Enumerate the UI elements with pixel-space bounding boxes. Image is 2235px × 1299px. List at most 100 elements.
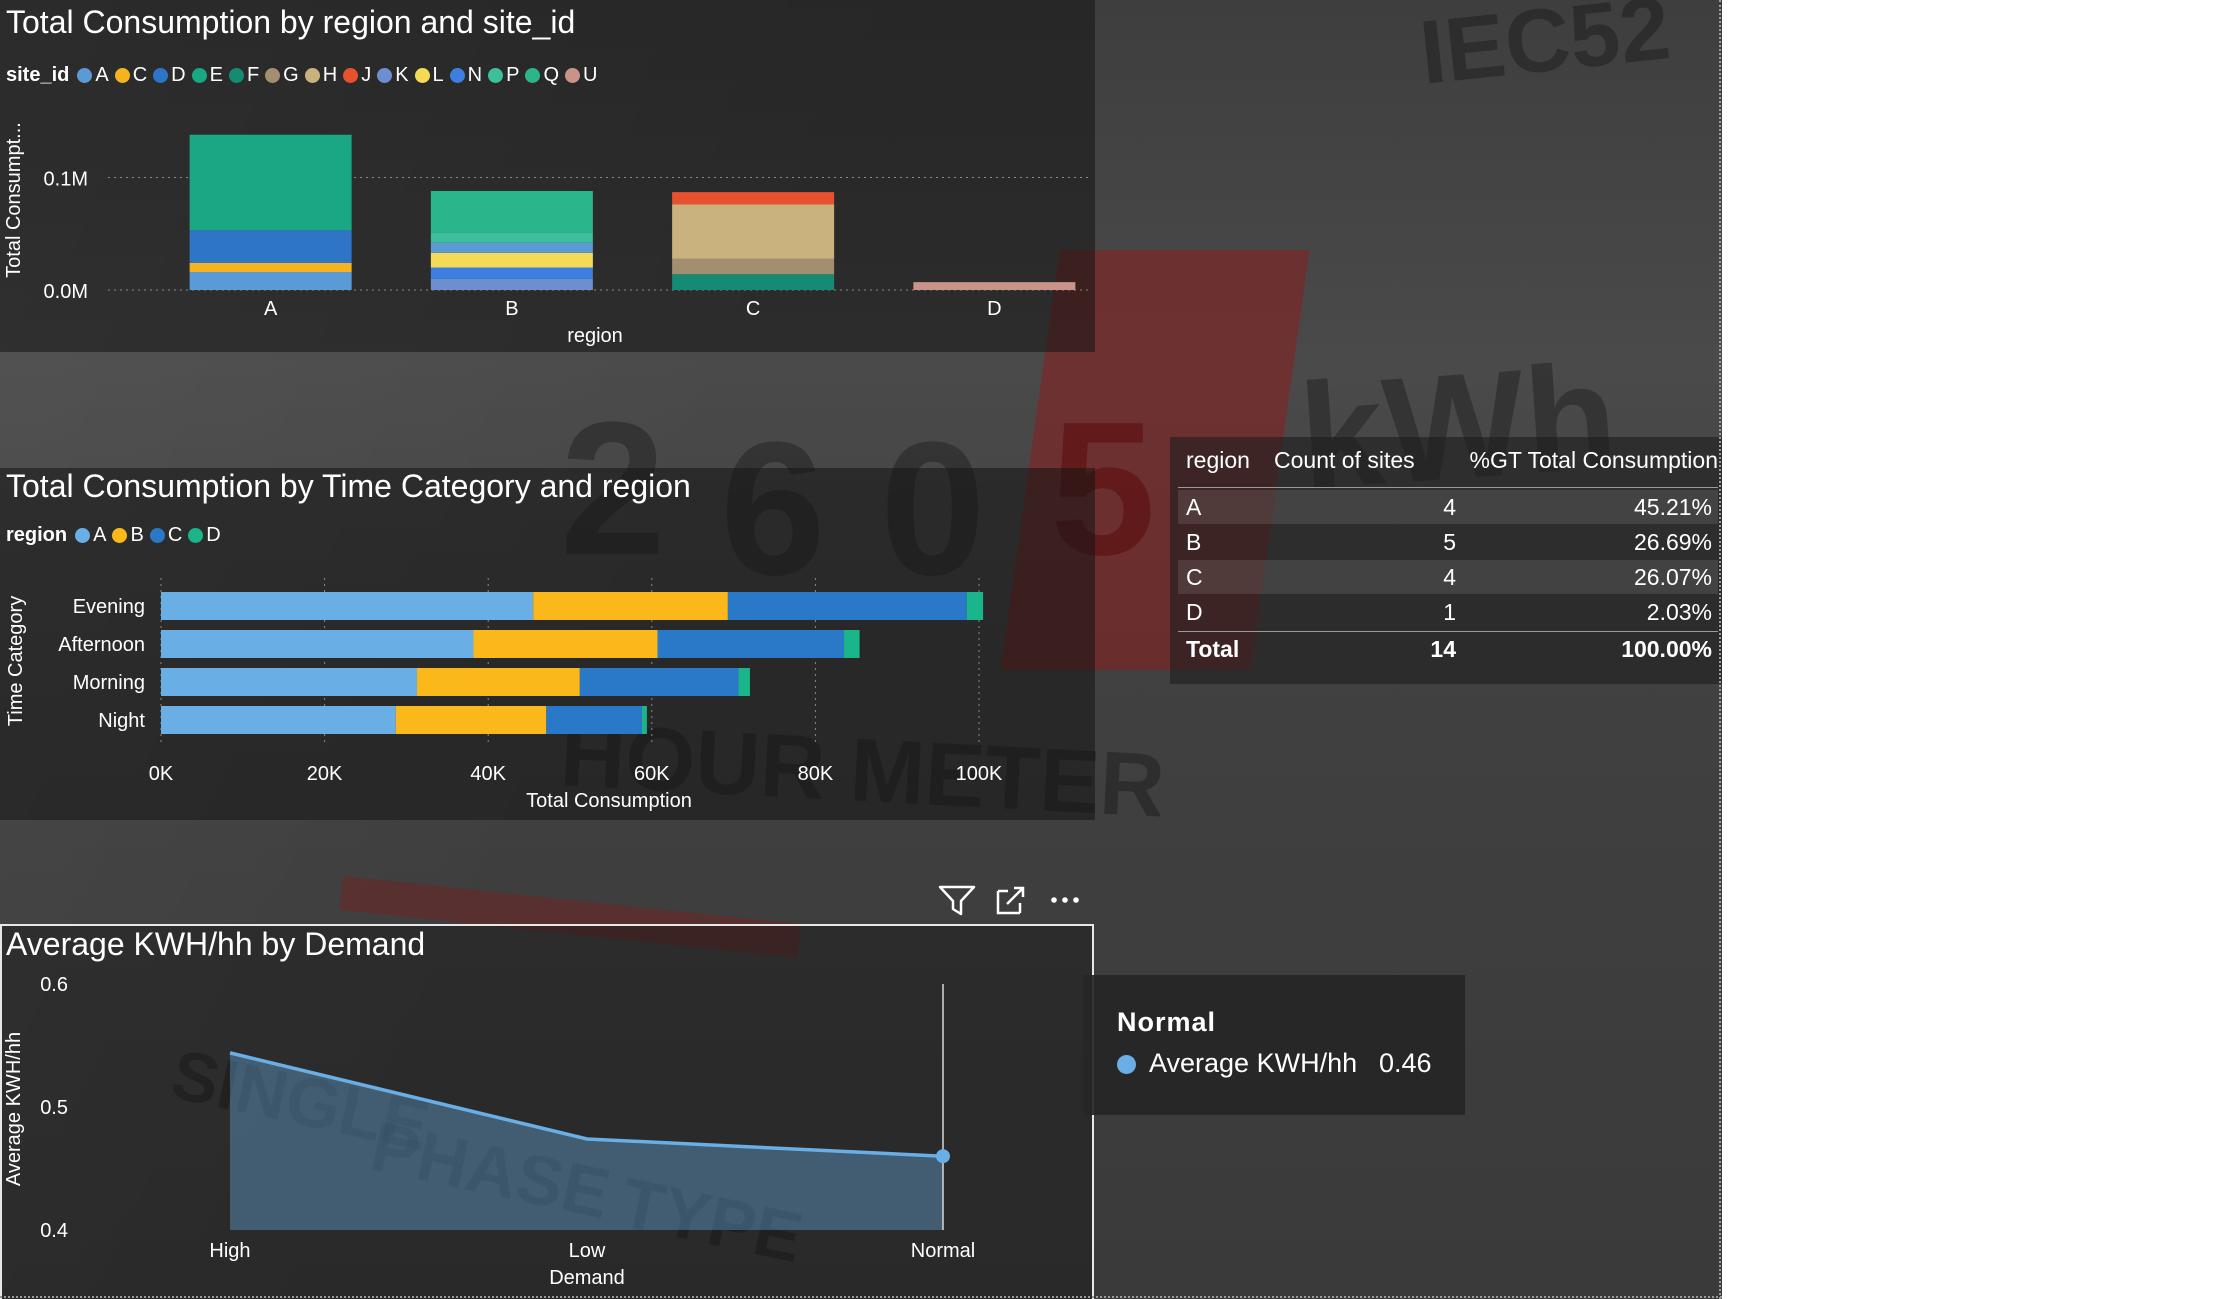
bar-segment-k[interactable] [430,278,593,290]
x-tick-label: 20K [307,763,343,785]
header-pct-total-consumption[interactable]: %GT Total Consumption [1470,447,1718,474]
bar-segment-a[interactable] [189,272,352,290]
cell-pct: 45.21% [1633,494,1712,520]
visual-header [930,878,1095,918]
bar-segment-b[interactable] [533,592,728,620]
filter-icon[interactable] [938,885,976,916]
y-tick-label: Night [98,710,145,732]
bar-segment-e[interactable] [189,134,352,231]
report-canvas: IEC52 2 6 0 5 kWh HOUR METER SINGLE PHAS… [0,0,1722,1299]
visual-consumption-by-region-site[interactable]: Total Consumption by region and site_id … [0,0,1095,352]
table-row[interactable]: C 4 26.07% [1178,560,1718,594]
bar-segment-a[interactable] [161,630,474,658]
canvas-edge-right [1719,0,1721,1299]
bar-segment-l[interactable] [430,252,593,268]
x-tick-label: 100K [956,763,1003,785]
x-tick-label: Low [569,1240,606,1262]
y-tick-label: 0.4 [40,1220,68,1242]
bar-segment-c[interactable] [189,263,352,272]
header-divider [1178,487,1718,488]
data-point-normal[interactable] [936,1149,950,1164]
bar-segment-p[interactable] [430,232,593,243]
header-region[interactable]: region [1186,447,1250,474]
bar-segment-g[interactable] [672,258,835,275]
bar-segment-b[interactable] [417,668,580,696]
x-tick-label: B [505,298,518,320]
stacked-bar-chart[interactable]: 0K 20K 40K 60K 80K 100K Evening Afternoon Mornin… [0,468,1095,820]
x-axis-title: region [567,325,623,347]
matrix-table: region Count of sites %GT Total Consumpt… [1178,437,1718,677]
y-tick-label: 0.0M [44,281,88,303]
focus-mode-icon[interactable] [996,886,1025,915]
y-tick-label: Morning [73,672,145,694]
area-chart[interactable]: 0.40.50.6High Low NormalDemandAverage KWH/… [0,924,1094,1299]
table-row[interactable]: A 4 45.21% [1178,490,1718,524]
x-axis-title: Total Consumption [526,790,692,812]
bar-segment-c[interactable] [579,668,739,696]
total-label: Total [1186,636,1240,662]
bar-segment-d[interactable] [844,630,860,658]
y-tick-label: 0.6 [40,974,68,996]
cell-count: 1 [1443,599,1456,625]
cell-count: 5 [1443,529,1456,555]
bar-segment-a[interactable] [161,706,396,734]
bar-segment-a[interactable] [161,668,418,696]
y-tick-label: 0.5 [40,1097,68,1119]
y-tick-label: Afternoon [58,634,145,656]
bar-segment-j[interactable] [672,192,835,205]
table-total-row: Total 14 100.00% [1178,632,1718,666]
x-tick-label: 0K [149,763,174,785]
cell-count: 4 [1443,494,1456,520]
bar-segment-c[interactable] [657,630,845,658]
x-tick-label: High [209,1240,250,1262]
header-count-of-sites[interactable]: Count of sites [1274,447,1415,474]
y-tick-label: Evening [73,596,145,618]
bar-segment-a[interactable] [161,592,534,620]
tooltip-value: 0.46 [1379,1048,1432,1078]
x-axis-title: Demand [549,1267,625,1289]
visual-average-kwh-by-demand[interactable]: Average KWH/hh by Demand 0.4 0.5 0.6 High Lo… [0,924,1094,1299]
x-tick-label: 40K [470,763,506,785]
cell-region: D [1186,599,1203,625]
bar-segment-c[interactable] [546,706,642,734]
bar-segment-c[interactable] [727,592,967,620]
canvas-edge-bottom [0,1296,1722,1298]
bar-segment-d[interactable] [641,706,647,734]
cell-pct: 26.07% [1633,564,1712,590]
bar-segment-d[interactable] [189,230,352,263]
stacked-column-chart[interactable]: 0.0M 0.1M A B C Dregion Total Consumpt... [0,0,1095,352]
more-options-icon[interactable] [1051,897,1079,903]
bar-segment-f[interactable] [672,274,835,290]
cell-region: A [1186,494,1202,520]
bar-segment-q[interactable] [430,191,593,233]
cell-pct: 26.69% [1633,529,1712,555]
bar-segment-h[interactable] [672,204,835,259]
bar-segment-a[interactable] [430,242,593,253]
bar-segment-u[interactable] [913,282,1076,290]
cell-pct: 2.03% [1646,599,1712,625]
x-tick-label: 60K [634,763,670,785]
tooltip-series-label: Average KWH/hh [1149,1048,1358,1078]
cell-count: 4 [1443,564,1456,590]
x-tick-label: A [264,298,278,320]
visual-region-table[interactable]: region Count of sites %GT Total Consumpt… [1170,437,1722,684]
table-row[interactable]: D 1 2.03% [1178,595,1718,629]
bar-segment-n[interactable] [430,267,593,279]
y-axis-title: Time Category [5,596,27,726]
total-pct: 100.00% [1621,636,1712,662]
x-tick-label: 80K [798,763,834,785]
total-count: 14 [1430,636,1456,662]
bar-segment-d[interactable] [738,668,750,696]
cell-region: C [1186,564,1203,590]
y-axis-title: Average KWH/hh [3,1032,25,1186]
x-tick-label: Normal [911,1240,975,1262]
bar-segment-d[interactable] [966,592,984,620]
visual-consumption-by-time-category[interactable]: Total Consumption by Time Category and r… [0,468,1095,820]
table-row[interactable]: B 5 26.69% [1178,525,1718,559]
tooltip-title: Normal [1117,1007,1217,1037]
bg-text-iec: IEC52 [1415,0,1675,104]
x-tick-label: D [987,298,1001,320]
bar-segment-b[interactable] [395,706,547,734]
bar-segment-b[interactable] [473,630,658,658]
cell-region: B [1186,529,1202,555]
